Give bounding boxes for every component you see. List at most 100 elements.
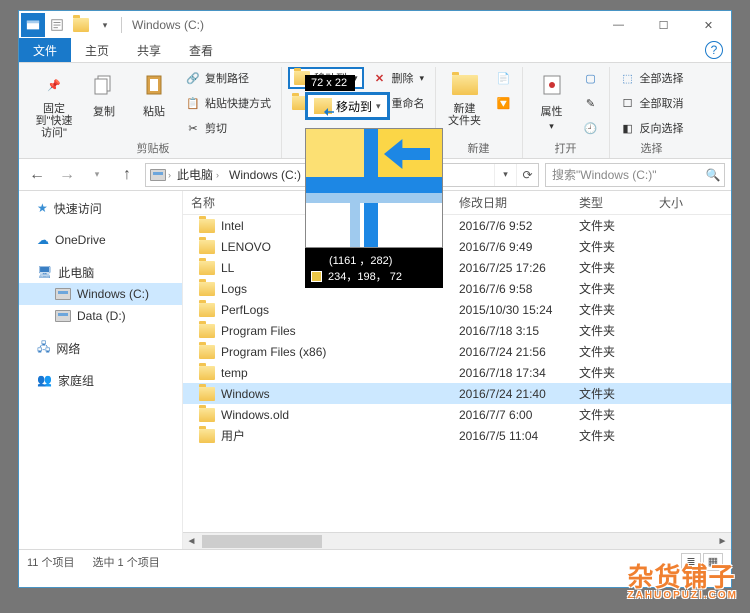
select-group-label: 选择: [641, 140, 663, 158]
tab-file[interactable]: 文件: [19, 38, 71, 62]
table-row[interactable]: 用户 2016/7/5 11:04文件夹: [183, 425, 731, 446]
file-type: 文件夹: [571, 257, 651, 278]
table-row[interactable]: Program Files (x86)2016/7/24 21:56文件夹: [183, 341, 731, 362]
file-type: 文件夹: [571, 425, 651, 446]
file-date: 2016/7/7 6:00: [451, 404, 571, 425]
forward-button[interactable]: →: [55, 163, 79, 187]
pixel-magnifier: (1161 ，282) 234，198， 72: [305, 128, 443, 288]
search-input[interactable]: 搜索"Windows (C:)" 🔍: [545, 163, 725, 187]
crumb-drive[interactable]: Windows (C:): [225, 168, 305, 182]
crumb-pc[interactable]: 此电脑›: [173, 166, 223, 183]
horizontal-scrollbar[interactable]: ◄ ►: [183, 532, 731, 549]
folder-icon: [199, 429, 215, 443]
file-name: Intel: [221, 219, 244, 233]
table-row[interactable]: PerfLogs2015/10/30 15:24文件夹: [183, 299, 731, 320]
inspector-overlay: 72 x 22 移动到 ▾: [305, 75, 390, 120]
pixel-rgb: 234，198， 72: [328, 268, 402, 284]
drive-icon: [55, 310, 71, 322]
address-dropdown-icon[interactable]: ▾: [494, 164, 516, 186]
col-size[interactable]: 大小: [651, 191, 731, 214]
drive-icon: [55, 288, 71, 300]
scroll-right-icon[interactable]: ►: [714, 536, 731, 547]
new-folder-button[interactable]: 新建 文件夹: [442, 67, 488, 127]
select-none-button[interactable]: ☐全部取消: [616, 92, 688, 114]
qat-newfolder-icon[interactable]: [69, 13, 93, 37]
sidebar-drive-c[interactable]: Windows (C:): [19, 283, 182, 305]
table-row[interactable]: Intel2016/7/6 9:52文件夹: [183, 215, 731, 236]
properties-button[interactable]: 属性▾: [529, 67, 575, 132]
scroll-thumb[interactable]: [202, 535, 322, 548]
file-name: Windows.old: [221, 408, 289, 422]
file-name: Program Files (x86): [221, 345, 326, 359]
copy-button[interactable]: 复制: [81, 67, 127, 119]
folder-icon: [199, 387, 215, 401]
copy-path-button[interactable]: 🔗复制路径: [181, 67, 275, 89]
file-name: Logs: [221, 282, 247, 296]
file-date: 2016/7/5 11:04: [451, 425, 571, 446]
chevron-down-icon: ▾: [376, 101, 381, 112]
sidebar-this-pc[interactable]: 🖥此电脑: [19, 261, 182, 283]
minimize-button[interactable]: —: [596, 11, 641, 39]
pin-button[interactable]: 📌固定到"快速访问": [31, 67, 77, 139]
table-row[interactable]: LENOVO2016/7/6 9:49文件夹: [183, 236, 731, 257]
file-date: 2016/7/6 9:49: [451, 236, 571, 257]
search-placeholder: 搜索"Windows (C:)": [552, 166, 657, 183]
table-row[interactable]: Windows.old 2016/7/7 6:00文件夹: [183, 404, 731, 425]
pin-label: 固定到"快速访问": [31, 103, 77, 139]
col-type[interactable]: 类型: [571, 191, 651, 214]
file-name: LL: [221, 261, 234, 275]
sidebar-homegroup[interactable]: 👥家庭组: [19, 369, 182, 391]
select-all-button[interactable]: ⬚全部选择: [616, 67, 688, 89]
paste-shortcut-button[interactable]: 📋粘贴快捷方式: [181, 92, 275, 114]
maximize-button[interactable]: ☐: [641, 11, 686, 39]
close-button[interactable]: ✕: [686, 11, 731, 39]
table-row[interactable]: LL2016/7/25 17:26文件夹: [183, 257, 731, 278]
copy-label: 复制: [93, 103, 115, 119]
file-type: 文件夹: [571, 341, 651, 362]
refresh-icon[interactable]: ⟳: [516, 164, 538, 186]
table-row[interactable]: Program Files2016/7/18 3:15文件夹: [183, 320, 731, 341]
app-icon[interactable]: [21, 13, 45, 37]
file-type: 文件夹: [571, 320, 651, 341]
file-date: 2016/7/18 3:15: [451, 320, 571, 341]
back-button[interactable]: ←: [25, 163, 49, 187]
clipboard-group-label: 剪贴板: [137, 140, 170, 158]
file-type: 文件夹: [571, 383, 651, 404]
file-type: 文件夹: [571, 404, 651, 425]
file-type: 文件夹: [571, 215, 651, 236]
tab-view[interactable]: 查看: [175, 38, 227, 62]
folder-move-icon: [314, 98, 332, 114]
sidebar-quick-access[interactable]: ★快速访问: [19, 197, 182, 219]
tab-share[interactable]: 共享: [123, 38, 175, 62]
file-name: temp: [221, 366, 248, 380]
qat-properties-icon[interactable]: [45, 13, 69, 37]
easy-access-button[interactable]: 🔽: [492, 92, 516, 114]
search-icon[interactable]: 🔍: [702, 168, 724, 182]
invert-selection-button[interactable]: ◧反向选择: [616, 117, 688, 139]
col-date[interactable]: 修改日期: [451, 191, 571, 214]
ribbon-tabs: 文件 主页 共享 查看 ?: [19, 39, 731, 63]
item-count: 11 个项目: [27, 554, 74, 570]
table-row[interactable]: temp2016/7/18 17:34文件夹: [183, 362, 731, 383]
help-icon[interactable]: ?: [705, 41, 723, 59]
sidebar-network[interactable]: 🖧网络: [19, 337, 182, 359]
folder-icon: [199, 345, 215, 359]
open-group-label: 打开: [555, 140, 577, 158]
paste-button[interactable]: 粘贴: [131, 67, 177, 119]
cut-button[interactable]: ✂剪切: [181, 117, 275, 139]
sidebar-drive-d[interactable]: Data (D:): [19, 305, 182, 327]
tab-home[interactable]: 主页: [71, 38, 123, 62]
open-button[interactable]: ▢: [579, 67, 603, 89]
new-item-button[interactable]: 📄: [492, 67, 516, 89]
recent-dropdown[interactable]: ▾: [85, 163, 109, 187]
file-name: 用户: [221, 427, 245, 444]
file-type: 文件夹: [571, 362, 651, 383]
table-row[interactable]: Windows2016/7/24 21:40文件夹: [183, 383, 731, 404]
sidebar-onedrive[interactable]: ☁OneDrive: [19, 229, 182, 251]
edit-button[interactable]: ✎: [579, 92, 603, 114]
table-row[interactable]: Logs2016/7/6 9:58文件夹: [183, 278, 731, 299]
scroll-left-icon[interactable]: ◄: [183, 536, 200, 547]
up-button[interactable]: ↑: [115, 163, 139, 187]
history-button[interactable]: 🕘: [579, 117, 603, 139]
qat-dropdown-icon[interactable]: ▾: [93, 13, 117, 37]
